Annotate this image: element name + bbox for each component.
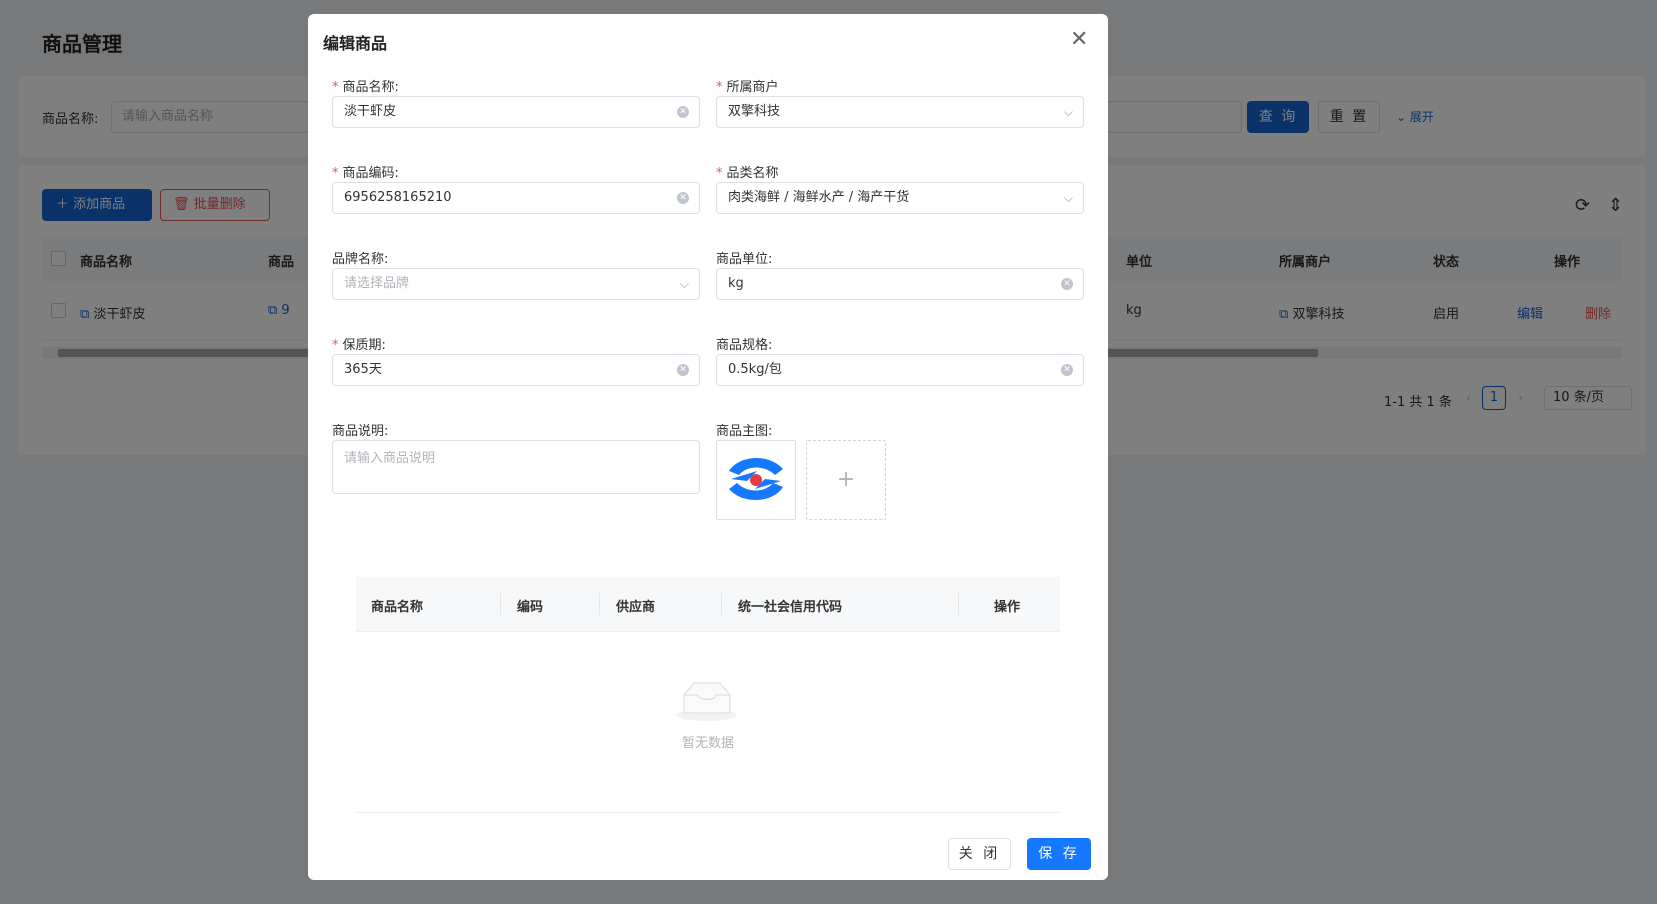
sub-th-name: 商品名称 — [371, 600, 424, 615]
merchant-select[interactable]: 双擎科技 ⌵ — [716, 96, 1084, 128]
chevron-down-icon: ⌵ — [1063, 105, 1073, 119]
brand-logo-image — [729, 457, 783, 501]
code-input[interactable]: 6956258165210 ✕ — [332, 182, 700, 214]
unit-label: 商品单位: — [716, 252, 773, 267]
modal-title: 编辑商品 — [323, 34, 388, 53]
spec-input[interactable]: 0.5kg/包 ✕ — [716, 354, 1084, 386]
name-input[interactable]: 淡干虾皮 ✕ — [332, 96, 700, 128]
clear-icon[interactable]: ✕ — [1061, 364, 1073, 376]
spec-label: 商品规格: — [716, 338, 773, 353]
sub-th-code: 编码 — [517, 600, 544, 615]
sub-th-actions: 操作 — [994, 600, 1021, 615]
save-button[interactable]: 保 存 — [1027, 838, 1091, 870]
column-divider — [958, 593, 959, 615]
column-divider — [721, 593, 722, 615]
unit-input[interactable]: kg ✕ — [716, 268, 1084, 300]
empty-box-icon — [677, 682, 737, 721]
name-label: * 商品名称: — [332, 80, 399, 95]
clear-icon[interactable]: ✕ — [677, 364, 689, 376]
supplier-table: 商品名称 编码 供应商 统一社会信用代码 操作 暂无数据 — [356, 577, 1060, 813]
description-textarea[interactable]: 请输入商品说明 — [332, 440, 700, 494]
category-cascader[interactable]: 肉类海鲜 / 海鲜水产 / 海产干货 ⌵ — [716, 182, 1084, 214]
empty-text: 暂无数据 — [681, 736, 734, 751]
brand-select[interactable]: 请选择品牌 ⌵ — [332, 268, 700, 300]
sub-th-credit-code: 统一社会信用代码 — [738, 600, 843, 615]
upload-image-button[interactable]: + — [806, 440, 886, 520]
chevron-down-icon: ⌵ — [679, 277, 689, 291]
sub-th-supplier: 供应商 — [616, 600, 656, 615]
main-image-thumbnail[interactable] — [716, 440, 796, 520]
supplier-table-header: 商品名称 编码 供应商 统一社会信用代码 操作 — [356, 577, 1060, 632]
close-icon[interactable]: ✕ — [1070, 28, 1088, 52]
chevron-down-icon: ⌵ — [1063, 191, 1073, 205]
clear-icon[interactable]: ✕ — [677, 192, 689, 204]
description-label: 商品说明: — [332, 424, 389, 439]
close-button[interactable]: 关 闭 — [948, 838, 1011, 870]
edit-product-modal: 编辑商品 ✕ * 商品名称: 淡干虾皮 ✕ * 所属商户 双擎科技 ⌵ * 商品编码: 6… — [308, 14, 1108, 880]
column-divider — [599, 593, 600, 615]
shelf-life-label: * 保质期: — [332, 338, 386, 353]
brand-label: 品牌名称: — [332, 252, 389, 267]
column-divider — [500, 593, 501, 615]
clear-icon[interactable]: ✕ — [1061, 278, 1073, 290]
clear-icon[interactable]: ✕ — [677, 106, 689, 118]
main-image-label: 商品主图: — [716, 424, 773, 439]
shelf-life-input[interactable]: 365天 ✕ — [332, 354, 700, 386]
merchant-label: * 所属商户 — [716, 80, 779, 95]
category-label: * 品类名称 — [716, 166, 779, 181]
code-label: * 商品编码: — [332, 166, 399, 181]
